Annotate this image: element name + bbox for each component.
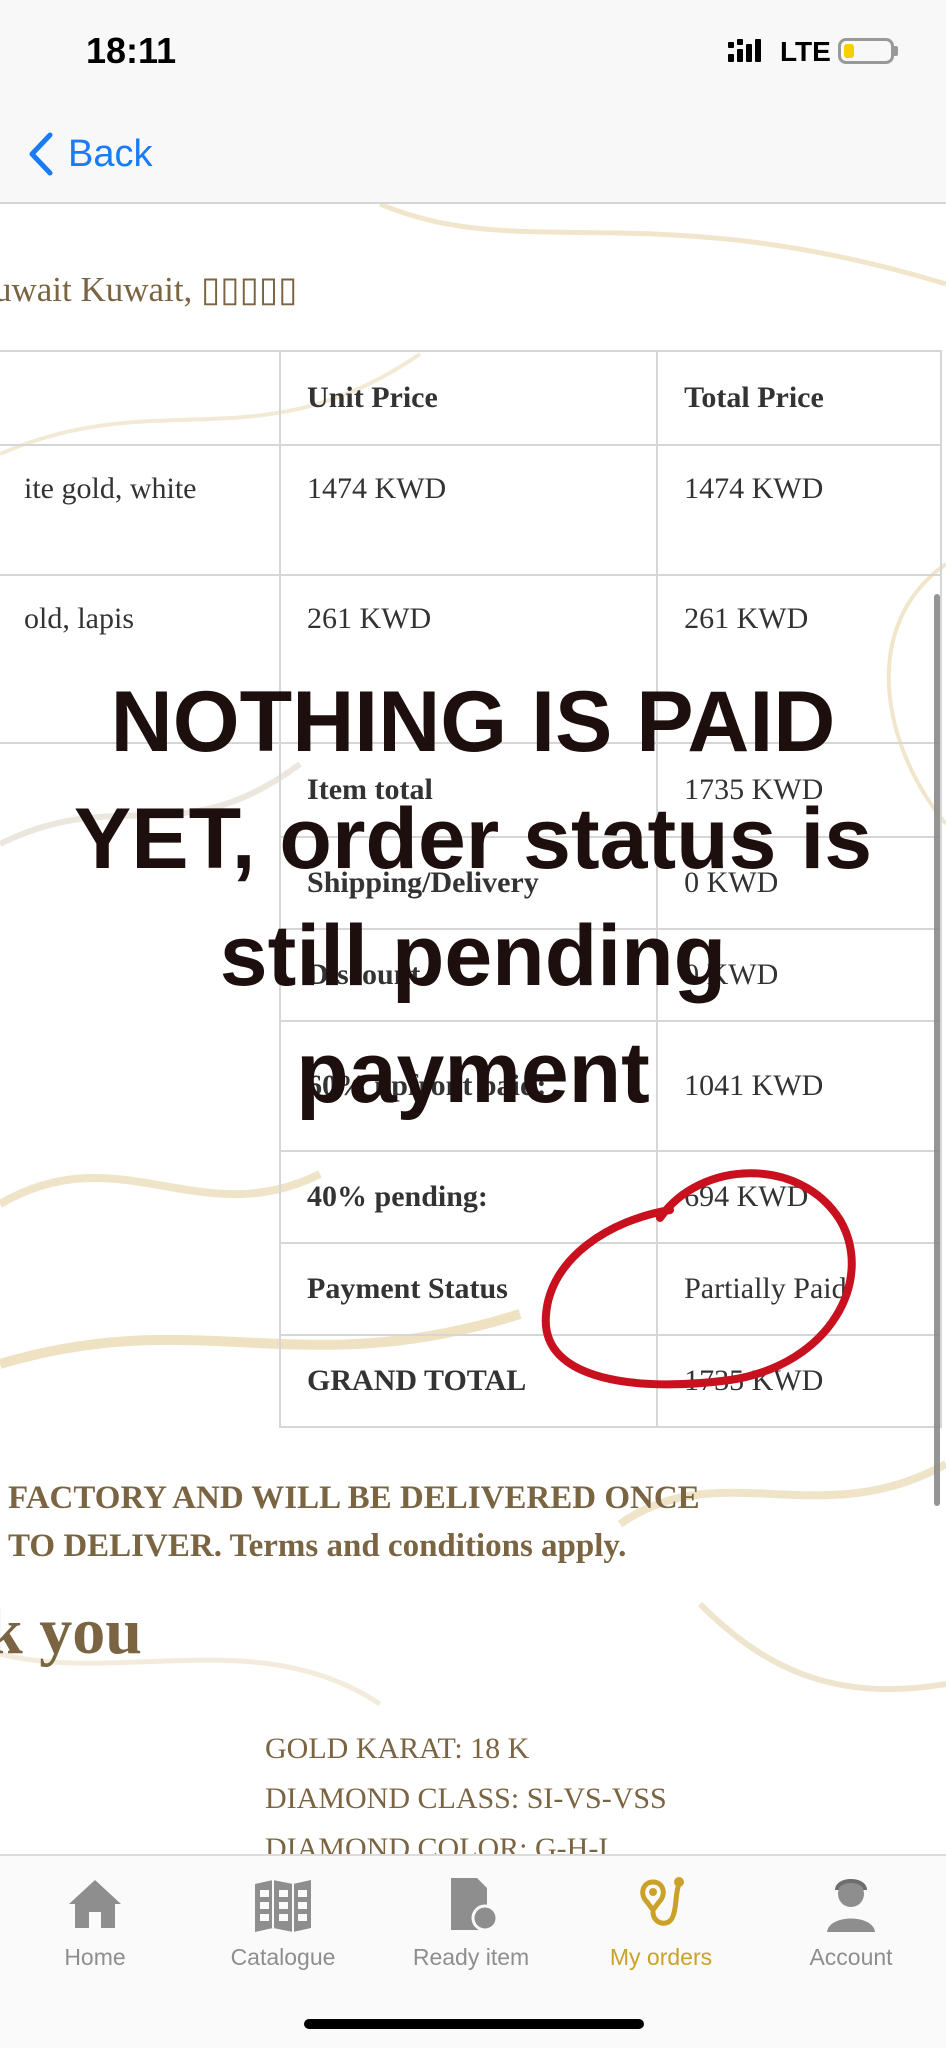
table-header-cell <box>0 350 282 446</box>
tab-label: Account <box>809 1944 893 1970</box>
summary-label: Payment Status <box>279 1242 659 1336</box>
back-label: Back <box>68 132 153 175</box>
shipping-address: uwait Kuwait, ▯▯▯▯▯ <box>0 270 298 309</box>
item-total-price: 1474 KWD <box>656 444 942 576</box>
item-unit-price: 261 KWD <box>279 574 659 744</box>
summary-row: GRAND TOTAL 1735 KWD <box>0 1334 942 1428</box>
table-header-cell: Total Price <box>656 350 942 446</box>
table-row: old, lapis 261 KWD 261 KWD <box>0 574 942 744</box>
home-icon <box>69 1880 121 1928</box>
tab-label: My orders <box>609 1944 713 1970</box>
summary-value: 0 KWD <box>656 836 942 930</box>
summary-label: 60% upfront paid: <box>279 1020 659 1152</box>
tab-my-orders[interactable]: My orders <box>586 1866 736 1986</box>
tab-label: Ready item <box>412 1944 530 1970</box>
tab-label: Home <box>64 1944 126 1970</box>
summary-value: 694 KWD <box>656 1150 942 1244</box>
product-specs: GOLD KARAT: 18 K DIAMOND CLASS: SI-VS-VS… <box>265 1724 667 1854</box>
chevron-left-icon <box>29 132 53 176</box>
delivery-note-line: FACTORY AND WILL BE DELIVERED ONCE <box>8 1480 700 1516</box>
summary-value: 1735 KWD <box>656 742 942 838</box>
account-icon <box>827 1879 875 1932</box>
table-header-cell: Unit Price <box>279 350 659 446</box>
item-name: old, lapis <box>0 574 282 744</box>
spec-line: DIAMOND COLOR: G-H-I <box>265 1832 609 1854</box>
summary-row: 60% upfront paid: 1041 KWD <box>0 1020 942 1152</box>
battery-tip <box>894 46 898 56</box>
item-name: ite gold, white <box>0 444 282 576</box>
tab-label: Catalogue <box>230 1944 336 1970</box>
summary-label: 40% pending: <box>279 1150 659 1244</box>
summary-row: 40% pending: 694 KWD <box>0 1150 942 1244</box>
status-time: 18:11 <box>86 30 177 71</box>
summary-value: 1041 KWD <box>656 1020 942 1152</box>
order-table: Unit Price Total Price ite gold, white 1… <box>0 350 942 1428</box>
tab-home[interactable]: Home <box>20 1866 170 1986</box>
spec-line: GOLD KARAT: 18 K <box>265 1732 530 1765</box>
item-total-price: 261 KWD <box>656 574 942 744</box>
item-unit-price: 1474 KWD <box>279 444 659 576</box>
tab-account[interactable]: Account <box>776 1866 926 1986</box>
thank-you-heading: k you <box>0 1595 142 1668</box>
summary-label: GRAND TOTAL <box>279 1334 659 1428</box>
summary-row: Discount 0 KWD <box>0 928 942 1022</box>
navigation-bar: Back <box>0 110 946 204</box>
summary-label: Shipping/Delivery <box>279 836 659 930</box>
back-button[interactable]: Back <box>28 124 152 184</box>
home-indicator[interactable] <box>304 2019 644 2029</box>
catalogue-icon <box>255 1880 311 1932</box>
tab-ready-item[interactable]: Ready item <box>396 1866 546 1986</box>
status-bar: 18:11 LTE <box>0 0 946 110</box>
summary-label: Item total <box>279 742 659 838</box>
payment-status-value: Partially Paid <box>656 1242 942 1336</box>
delivery-note: FACTORY AND WILL BE DELIVERED ONCE TO DE… <box>8 1474 700 1570</box>
summary-value: 0 KWD <box>656 928 942 1022</box>
battery-icon <box>838 38 894 64</box>
delivery-note-line: TO DELIVER. Terms and conditions apply. <box>8 1528 627 1564</box>
summary-label: Discount <box>279 928 659 1022</box>
table-row: ite gold, white 1474 KWD 1474 KWD <box>0 444 942 576</box>
my-orders-icon <box>640 1877 684 1926</box>
network-label: LTE <box>780 36 831 67</box>
spec-line: DIAMOND CLASS: SI-VS-VSS <box>265 1782 667 1815</box>
summary-row: Shipping/Delivery 0 KWD <box>0 836 942 930</box>
summary-row: Payment Status Partially Paid <box>0 1242 942 1336</box>
ready-item-icon <box>451 1878 499 1932</box>
summary-row: Item total 1735 KWD <box>0 742 942 838</box>
tab-catalogue[interactable]: Catalogue <box>208 1866 358 1986</box>
order-content[interactable]: uwait Kuwait, ▯▯▯▯▯ Unit Price Total Pri… <box>0 204 946 1854</box>
grand-total-value: 1735 KWD <box>656 1334 942 1428</box>
scrollbar[interactable] <box>934 594 940 1506</box>
table-header-row: Unit Price Total Price <box>0 350 942 446</box>
signal-icon <box>728 39 761 62</box>
